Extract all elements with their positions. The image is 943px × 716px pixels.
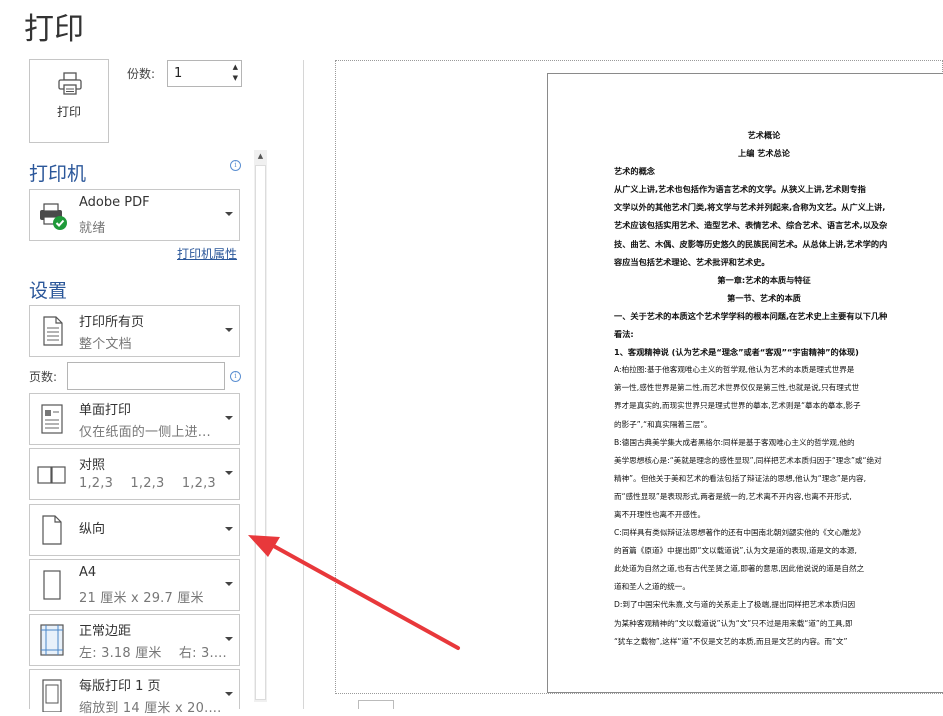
portrait-icon — [42, 515, 62, 545]
chevron-down-icon — [225, 527, 233, 531]
sides-label: 单面打印 — [79, 403, 132, 418]
preview-text-line: 美学思想核心是:“美就是理念的感性显现”,同样把艺术本质归因于“理念”或“绝对 — [614, 455, 882, 465]
preview-text-line: 的首篇《原道》中提出即“文以载道说”,认为文是道的表现,道是文的本源, — [614, 546, 857, 556]
preview-text-line: 看法: — [614, 329, 634, 340]
paper-icon — [43, 570, 61, 600]
scrollbar-thumb[interactable] — [255, 165, 266, 700]
print-button[interactable]: 打印 — [29, 59, 109, 143]
info-icon[interactable]: i — [230, 371, 241, 382]
paper-size-dropdown[interactable]: A4 21 厘米 x 29.7 厘米 — [29, 559, 240, 611]
preview-text-line: 容应当包括艺术理论、艺术批评和艺术史。 — [614, 256, 770, 267]
collate-dropdown[interactable]: 对照 1,2,3 1,2,3 1,2,3 — [29, 448, 240, 500]
chevron-down-icon — [225, 637, 233, 641]
paper-size-detail: 21 厘米 x 29.7 厘米 — [79, 591, 204, 606]
preview-text-line: D:到了中国宋代朱熹,文与道的关系走上了极端,提出同样把艺术本质归因 — [614, 600, 856, 610]
preview-document-text: 艺术概论上编 艺术总论艺术的概念 从广义上讲,艺术也包括作为语言艺术的文学。从狭… — [614, 126, 914, 651]
chevron-down-icon — [225, 328, 233, 332]
preview-text-line: “犹车之载物”,这样“道”不仅是文艺的本质,而且是文艺的内容。而“文” — [614, 636, 848, 646]
margins-icon — [40, 624, 64, 656]
sides-detail: 仅在纸面的一侧上进... — [79, 425, 211, 440]
pages-input[interactable] — [67, 362, 225, 390]
spin-down-icon[interactable]: ▼ — [233, 74, 238, 82]
preview-text-line: 界才是真实的,而现实世界只是理式世界的摹本,艺术则是“摹本的摹本,影子 — [614, 401, 861, 411]
collate-icon — [37, 466, 66, 484]
pages-label: 页数: — [29, 370, 58, 384]
preview-text-line: 一、关于艺术的本质这个艺术学学科的根本问题,在艺术史上主要有以下几种 — [614, 310, 888, 321]
collate-detail: 1,2,3 1,2,3 1,2,3 — [79, 476, 216, 491]
printer-properties-link[interactable]: 打印机属性 — [177, 245, 237, 262]
single-sided-icon — [41, 404, 63, 434]
print-range-label: 打印所有页 — [79, 315, 145, 330]
preview-text-line: 1、客观精神说 (认为艺术是“理念”或者“客观”“宇宙精神”的体现) — [614, 347, 859, 358]
preview-text-line: 精神”。但他关于美和艺术的看法包括了辩证法的思想,他认为“理念”是内容, — [614, 473, 867, 483]
chevron-down-icon — [225, 471, 233, 475]
sides-dropdown[interactable]: 单面打印 仅在纸面的一侧上进... — [29, 393, 240, 445]
pages-per-sheet-label: 每版打印 1 页 — [79, 679, 161, 694]
info-icon[interactable]: i — [230, 160, 241, 171]
spin-up-icon[interactable]: ▲ — [233, 63, 238, 71]
preview-text-line: A:柏拉图:基于他客观唯心主义的哲学观,他认为艺术的本质是理式世界是 — [614, 365, 855, 375]
preview-text-line: C:同样具有类似辩证法思想著作的还有中国南北朝刘勰实他的《文心雕龙》 — [614, 528, 865, 538]
printer-dropdown[interactable]: Adobe PDF 就绪 — [29, 189, 240, 241]
document-icon — [43, 316, 63, 346]
margins-dropdown[interactable]: 正常边距 左: 3.18 厘米 右: 3.... — [29, 614, 240, 666]
paper-size-label: A4 — [79, 565, 97, 580]
preview-text-line: 第一章:艺术的本质与特征 — [717, 274, 811, 285]
chevron-down-icon — [225, 692, 233, 696]
margins-label: 正常边距 — [79, 624, 132, 639]
preview-text-line: 离不开理性也离不开感性。 — [614, 509, 706, 519]
page-title: 打印 — [24, 12, 84, 47]
orientation-label: 纵向 — [79, 522, 106, 537]
preview-text-line: B:德国古典美学集大成者黑格尔:同样是基于客观唯心主义的哲学观,他的 — [614, 437, 855, 447]
scroll-up-icon[interactable]: ▲ — [254, 150, 267, 163]
preview-text-line: 道和圣人之道的统一。 — [614, 582, 690, 592]
preview-text-line: 此处道为自然之道,也有古代圣贤之道,即著的意思,因此他说说的道是自然之 — [614, 564, 865, 574]
printer-status: 就绪 — [79, 221, 106, 236]
chevron-down-icon — [225, 582, 233, 586]
preview-text-line: 为某种客观精神的“文以载道说”认为“文”只不过是用来载“道”的工具,即 — [614, 618, 853, 628]
copies-spinner[interactable]: 1 ▲ ▼ — [167, 60, 242, 87]
preview-text-line: 上编 艺术总论 — [738, 148, 790, 159]
pages-per-sheet-detail: 缩放到 14 厘米 x 20.... — [79, 701, 222, 716]
pane-divider — [303, 60, 304, 709]
preview-text-line: 艺术的概念 — [614, 166, 655, 177]
chevron-down-icon — [225, 416, 233, 420]
printer-heading: 打印机 — [29, 163, 87, 185]
printer-name: Adobe PDF — [79, 195, 150, 210]
chevron-down-icon — [225, 212, 233, 216]
pages-per-sheet-icon — [42, 679, 62, 712]
preview-text-line: 第一节、艺术的本质 — [727, 292, 801, 303]
pages-per-sheet-dropdown[interactable]: 每版打印 1 页 缩放到 14 厘米 x 20.... — [29, 669, 240, 716]
preview-text-line: 而“感性显现”是表现形式,两者是统一的,艺术离不开内容,也离不开形式, — [614, 491, 852, 501]
settings-heading: 设置 — [29, 280, 68, 302]
preview-text-line: 艺术概论 — [747, 130, 781, 140]
preview-text-line: 艺术应该包括实用艺术、造型艺术、表情艺术、综合艺术、语言艺术,以及杂 — [614, 220, 888, 231]
print-button-label: 打印 — [56, 105, 81, 119]
printer-icon — [58, 72, 82, 95]
collate-label: 对照 — [79, 458, 106, 473]
copies-label: 份数: — [127, 67, 156, 81]
preview-text-line: 文学以外的其他艺术门类,将文学与艺术并列起来,合称为文艺。从广义上讲, — [614, 202, 886, 213]
orientation-dropdown[interactable]: 纵向 — [29, 504, 240, 556]
print-range-dropdown[interactable]: 打印所有页 整个文档 — [29, 305, 240, 357]
copies-value[interactable]: 1 — [174, 66, 182, 81]
preview-text-line: 的影子”,“和真实隔着三层”。 — [614, 419, 712, 429]
print-range-detail: 整个文档 — [79, 337, 132, 352]
margins-detail: 左: 3.18 厘米 右: 3.... — [79, 646, 227, 661]
page-number-box[interactable] — [358, 700, 394, 709]
preview-text-line: 技、曲艺、木偶、皮影等历史悠久的民族民间艺术。从总体上讲,艺术学的内 — [614, 238, 888, 249]
preview-text-line: 从广义上讲,艺术也包括作为语言艺术的文学。从狭义上讲,艺术则专指 — [614, 184, 866, 195]
printer-ready-icon — [40, 203, 67, 230]
preview-page: 艺术概论上编 艺术总论艺术的概念 从广义上讲,艺术也包括作为语言艺术的文学。从狭… — [547, 73, 943, 693]
preview-text-line: 第一性,感性世界是第二性,而艺术世界仅仅是第三性,也就是说,只有理式世 — [614, 383, 860, 393]
